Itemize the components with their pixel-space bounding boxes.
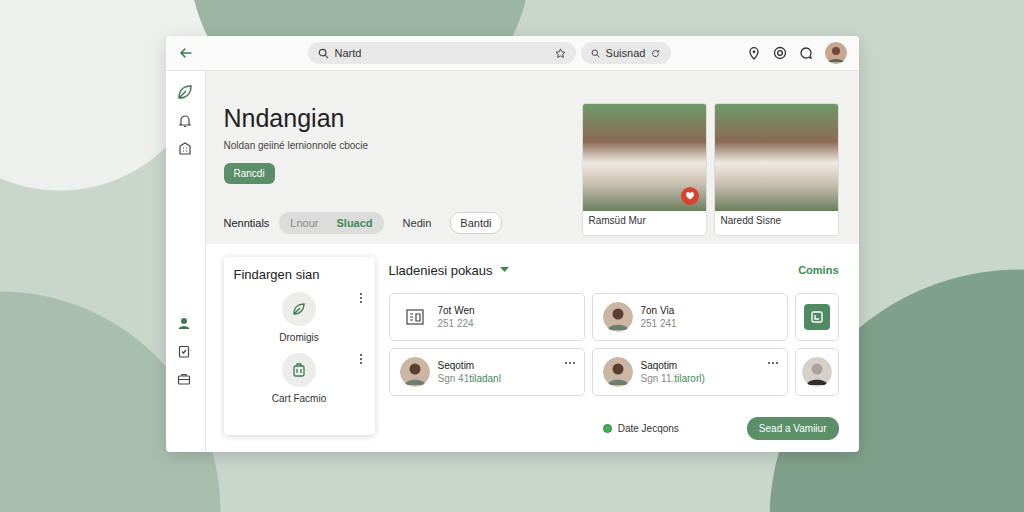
tab[interactable]: Bantdi [450,212,501,234]
search-field[interactable]: Nartd [308,42,576,64]
more-icon[interactable] [359,292,363,304]
contact-detail: Sgn 11.tilarorl) [641,373,705,384]
secondary-search-text: Suisnad [606,47,646,59]
more-icon[interactable] [767,361,779,365]
contact-card[interactable]: Seqotim Sgn 41tiladanl [389,348,585,396]
listing-card[interactable]: Naredd Sisne [714,103,839,236]
target-icon[interactable] [773,46,787,60]
sidebar [166,71,206,452]
listing-card[interactable]: Ramsüd Mur [582,103,707,236]
calendar-icon [400,307,430,327]
contact-card[interactable]: 7ot Wen 251 224 [389,293,585,341]
clipboard-icon[interactable] [177,344,191,358]
tab-bar: Nenntials LnourSluacd Nedin Bantdi [224,212,582,234]
leaf-logo-icon[interactable] [176,83,194,101]
building-icon[interactable] [178,141,192,155]
side-card: Findargen sian Dromigis Cart Facmio [224,257,375,435]
contact-detail: Sgn 41tiladanl [438,373,501,384]
location-icon[interactable] [747,46,761,60]
heart-icon [685,191,695,201]
side-item-label: Dromigis [279,332,318,343]
tab[interactable]: Lnour [281,214,327,232]
more-icon[interactable] [359,353,363,365]
contact-name: Saqotim [641,360,705,371]
contacts-link[interactable]: Comins [798,264,838,276]
house-photo [583,104,706,211]
search-text: Nartd [335,47,549,59]
item-circle [282,292,316,326]
item-circle [282,353,316,387]
tab[interactable]: Nedin [394,213,441,233]
search-icon [318,48,329,59]
leaf-icon [290,300,308,318]
side-item-label: Cart Facmio [272,393,326,404]
contacts-title[interactable]: Lladeniesi pokaus [389,263,510,278]
hero-section: Nndangian Noldan geiiné lernionnole cboci… [206,71,859,244]
app-window: Nartd Suisnad Nndangian Noldan geiiné lerni… [166,36,859,452]
secondary-search[interactable]: Suisnad [581,42,671,64]
side-card-item[interactable]: Cart Facmio [234,353,365,404]
side-card-title: Findargen sian [234,267,365,282]
page-title: Nndangian [224,103,582,133]
contact-name: 7ot Wen [438,305,475,316]
contacts-section: Lladeniesi pokaus Comins 7ot Wen 251 224 7on… [389,257,839,440]
top-bar: Nartd Suisnad [166,36,859,71]
contact-detail: 251 241 [641,318,677,329]
contact-avatar [603,357,633,387]
contact-name: Seqotim [438,360,501,371]
person-icon[interactable] [177,316,191,330]
listing-caption: Naredd Sisne [715,211,838,230]
search-icon [591,48,600,59]
tabs-label: Nenntials [224,217,270,229]
listing-caption: Ramsüd Mur [583,211,706,230]
contact-card[interactable]: 7on Via 251 241 [592,293,788,341]
star-icon[interactable] [555,48,566,59]
status-item: Date Jecqons [603,423,679,434]
contact-name: 7on Via [641,305,677,316]
contact-detail: 251 224 [438,318,475,329]
more-icon[interactable] [564,361,576,365]
hero-button[interactable]: Rancdi [224,163,275,184]
chevron-icon [499,266,510,274]
contact-card[interactable] [795,348,839,396]
chat-icon[interactable] [799,46,813,60]
side-card-item[interactable]: Dromigis [234,292,365,343]
favorite-badge[interactable] [681,187,699,205]
luggage-icon [290,361,308,379]
contact-avatar [603,302,633,332]
contact-card[interactable]: Saqotim Sgn 11.tilarorl) [592,348,788,396]
briefcase-icon[interactable] [177,372,191,386]
segmented-control: LnourSluacd [279,212,383,234]
contact-avatar [802,357,832,387]
bell-icon[interactable] [178,114,192,128]
back-arrow-icon[interactable] [178,45,194,61]
page-subtitle: Noldan geiiné lernionnole cbocie [224,140,582,151]
user-avatar[interactable] [825,42,847,64]
contact-avatar [400,357,430,387]
person-icon [825,42,847,64]
send-button[interactable]: Sead a Vamiiur [747,417,839,440]
page: Nartd Suisnad Nndangian Noldan geiiné lerni… [0,0,1024,512]
tab[interactable]: Sluacd [328,214,382,232]
add-contact-icon [804,304,830,330]
contact-card[interactable] [795,293,839,341]
refresh-icon[interactable] [651,48,660,59]
status-dot [603,424,612,433]
house-photo [715,104,838,211]
